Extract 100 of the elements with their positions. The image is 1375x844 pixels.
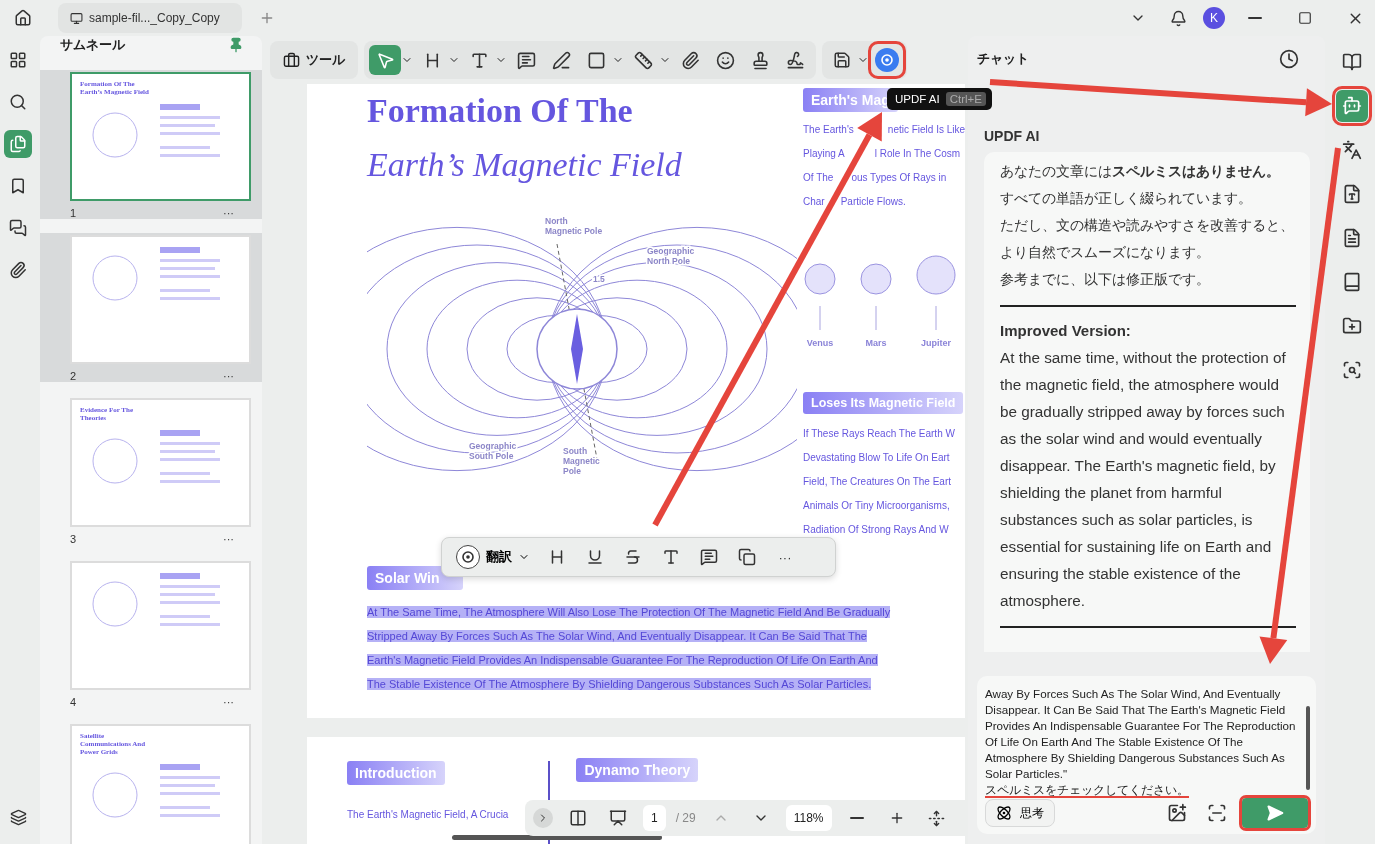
body-text: netic Field Is Like <box>887 123 965 137</box>
rectangle-icon <box>586 50 606 70</box>
send-button[interactable] <box>1242 798 1308 828</box>
stamp-icon <box>750 50 770 70</box>
more-button[interactable]: ··· <box>223 696 234 708</box>
monitor-icon <box>70 11 83 25</box>
message-heading: Improved Version: <box>1000 321 1132 341</box>
ai-icon <box>875 48 899 72</box>
text-icon <box>469 50 489 70</box>
message-text: すべての単語が正しく綴られています。 <box>1000 189 1253 208</box>
section-heading: Loses Its Magnetic Field <box>803 392 964 414</box>
panel-title: チャット <box>977 50 1029 68</box>
toolbox-icon <box>283 51 300 69</box>
page-thumbnail[interactable] <box>70 561 251 690</box>
section-heading: Introduction <box>347 761 445 785</box>
minus-icon <box>1248 17 1262 19</box>
planet-drawing <box>803 262 837 332</box>
text-icon <box>662 548 680 566</box>
more-button[interactable]: ··· <box>770 542 800 572</box>
smiley-icon <box>715 50 735 70</box>
bookmark-icon <box>9 177 27 195</box>
body-text: Radiation Of Strong Rays And W <box>803 523 950 537</box>
body-text: Of The <box>803 171 834 185</box>
underline-icon <box>586 548 604 566</box>
body-text: The Earth's Magnetic Field, A Crucia <box>347 808 509 822</box>
pages-button[interactable] <box>4 130 32 158</box>
maximize-icon <box>1298 11 1312 25</box>
message-text: より自然でスムーズになります。 <box>1000 243 1211 262</box>
document-title: Formation Of The <box>367 92 634 130</box>
image-icon <box>1167 803 1187 823</box>
document-subtitle: Earth’s Magnetic Field <box>367 146 683 184</box>
body-text: Animals Or Tiny Microorganisms, <box>803 499 951 513</box>
message-text: あなたの文章にはスペルミスはありません。 <box>1000 162 1281 181</box>
pen-icon <box>551 50 571 70</box>
copy-icon <box>738 548 756 566</box>
body-text: ous Types Of Rays in <box>851 171 947 185</box>
document-tab[interactable]: sample-fil..._Copy_Copy <box>58 3 242 33</box>
home-icon <box>14 9 32 27</box>
expand-button[interactable] <box>533 808 553 828</box>
more-button[interactable]: ··· <box>223 207 234 219</box>
tab-title: sample-fil..._Copy_Copy <box>89 11 220 25</box>
grid-icon <box>9 51 27 69</box>
search-icon <box>9 93 27 111</box>
comment-icon <box>700 548 718 566</box>
message-text: ただし、文の構造や読みやすさを改善すると、 <box>1000 216 1295 235</box>
atom-icon <box>996 805 1012 821</box>
page-number: 1 <box>70 207 77 219</box>
page-number: 2 <box>70 370 77 382</box>
diagram-label: 1.5 <box>593 274 605 284</box>
more-button[interactable]: ··· <box>223 370 234 382</box>
message-text: At the same time, without the protection of the magnetic field, the atmosphere would be gradually stripped away by forces such as the solar wind and would eventually disappear. The Earth's magnetic field, by shielding the planet from harmful substances such as solar particles, is essential for sustaining life on Earth and ensuring the stable existence of the atmosphere. <box>1000 348 1287 611</box>
book-icon <box>1341 52 1362 72</box>
selected-text: At The Same Time, The Atmosphere Will Also Lose The Protection Of The Magnetic Field And Be Gradually <box>367 606 891 618</box>
pin-icon[interactable] <box>228 37 244 53</box>
diagram-label: Geographic South Pole <box>469 441 517 461</box>
body-text: Devastating Blow To Life On Eart <box>803 451 951 465</box>
page-number: 3 <box>70 533 77 545</box>
planet-label: Venus <box>806 338 834 348</box>
body-text: Field, The Creatures On The Eart <box>803 475 953 489</box>
sender-name: UPDF AI <box>984 128 1041 144</box>
planet-label: Jupiter <box>921 338 951 348</box>
selected-text: The Stable Existence Of The Atmosphere By Shielding Dangerous Substances Such As Solar Particles. <box>367 678 872 690</box>
translate-icon <box>1341 140 1362 160</box>
bell-icon <box>1169 9 1187 27</box>
planet-label: Mars <box>865 338 887 348</box>
layers-icon <box>9 808 27 826</box>
two-page-icon <box>569 809 587 827</box>
body-text: If These Rays Reach The Earth W <box>803 427 956 441</box>
scan-icon <box>1207 803 1227 823</box>
ai-icon <box>456 545 480 569</box>
diagram-label: South Magnetic Pole <box>563 446 600 476</box>
pointer-tool[interactable] <box>369 45 401 75</box>
think-button[interactable]: 思考 <box>985 799 1055 827</box>
signature-icon <box>785 50 805 70</box>
shortcut-key: Ctrl+E <box>945 92 986 106</box>
selected-text: Earth's Magnetic Field Provides An Indispensable Guarantee For The Reproduction Of Life On Earth And <box>367 654 878 666</box>
body-text: Particle Flows. <box>840 195 906 209</box>
panel-title: サムネール <box>60 36 125 54</box>
strikethrough-icon <box>624 548 642 566</box>
more-button[interactable]: ··· <box>223 533 234 545</box>
body-text: The Earth's <box>803 123 854 137</box>
scrollbar-thumb[interactable] <box>1306 706 1310 790</box>
planet-drawing <box>859 262 893 332</box>
comments-icon <box>9 219 27 237</box>
zoom-field[interactable]: 118% <box>785 805 832 831</box>
folder-plus-icon <box>1341 316 1362 336</box>
diagram-label: North Magnetic Pole <box>545 216 603 236</box>
page-number-field[interactable]: 1 <box>643 805 666 831</box>
body-text: l Role In The Cosm <box>874 147 961 161</box>
pages-icon <box>9 135 27 153</box>
body-text: Playing A <box>803 147 845 161</box>
ruler-icon <box>633 50 653 70</box>
page-thumbnail[interactable] <box>70 235 251 364</box>
avatar[interactable]: K <box>1203 7 1225 29</box>
tooltip-label: UPDF AI <box>895 93 940 105</box>
chat-bot-icon <box>1341 96 1362 116</box>
clock-icon <box>1279 49 1299 69</box>
presentation-icon <box>609 809 627 827</box>
send-icon <box>1266 804 1284 822</box>
section-heading: Dynamo Theory <box>576 758 699 782</box>
